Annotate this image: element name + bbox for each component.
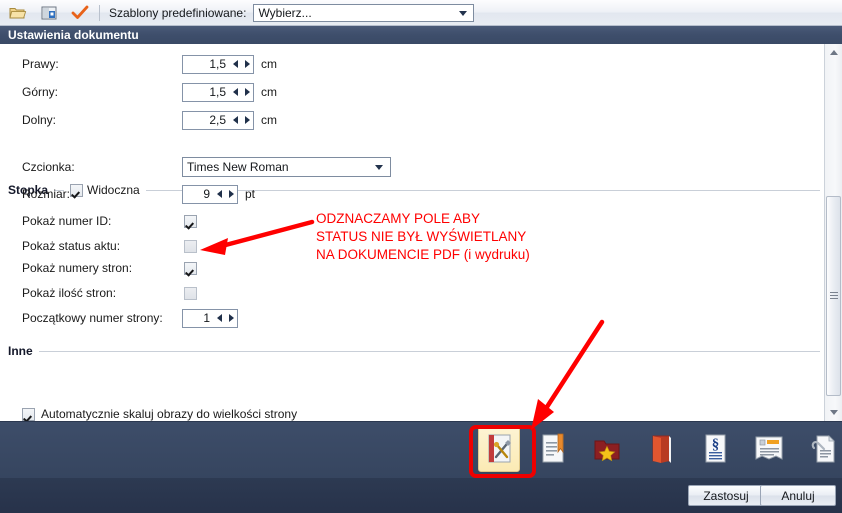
autoscale-label: Automatycznie skaluj obrazy do wielkości… xyxy=(41,407,298,421)
favorites-star-folder-icon[interactable] xyxy=(586,426,628,472)
stepper-decrement-icon[interactable] xyxy=(229,56,241,73)
margin-right-unit: cm xyxy=(261,57,277,71)
size-label: Rozmiar: xyxy=(22,187,71,201)
show-page-numbers-label: Pokaż numery stron: xyxy=(22,261,133,275)
page-title: Ustawienia dokumentu xyxy=(0,26,842,44)
svg-text:§: § xyxy=(712,437,720,453)
scrollbar-grip-icon xyxy=(830,292,838,301)
cancel-button[interactable]: Anuluj xyxy=(760,485,836,506)
field-row-font: Czcionka: Times New Roman xyxy=(22,157,391,177)
stepper-increment-icon[interactable] xyxy=(241,84,253,101)
settings-panel-inner: Prawy: 1,5 cm Górny: 1,5 cm Dolny: 2,5 c… xyxy=(0,44,824,421)
font-label: Czcionka: xyxy=(22,160,75,174)
size-stepper[interactable]: 9 xyxy=(182,184,238,204)
size-unit: pt xyxy=(245,187,256,201)
stepper-increment-icon[interactable] xyxy=(225,186,237,203)
field-row-autoscale: Automatycznie skaluj obrazy do wielkości… xyxy=(22,404,297,421)
field-row-margin-bottom: Dolny: 2,5 cm xyxy=(22,110,277,130)
size-value: 9 xyxy=(203,187,210,201)
font-select-value: Times New Roman xyxy=(187,160,289,174)
dock-items: § xyxy=(478,426,842,472)
document-bookmark-icon[interactable] xyxy=(532,426,574,472)
margin-bottom-value: 2,5 xyxy=(209,113,226,127)
document-header-icon[interactable] xyxy=(748,426,790,472)
margin-top-label: Górny: xyxy=(22,85,59,99)
show-status-checkbox[interactable] xyxy=(184,239,197,253)
margin-bottom-unit: cm xyxy=(261,113,277,127)
document-settings-icon[interactable] xyxy=(478,426,520,472)
settings-panel: Prawy: 1,5 cm Górny: 1,5 cm Dolny: 2,5 c… xyxy=(0,44,842,421)
show-page-count-label: Pokaż ilość stron: xyxy=(22,286,117,300)
field-row-start-page: Początkowy numer strony: 1 xyxy=(22,308,238,328)
chevron-down-icon xyxy=(375,165,383,170)
font-select[interactable]: Times New Roman xyxy=(182,157,391,177)
stepper-increment-icon[interactable] xyxy=(225,310,237,327)
stepper-decrement-icon[interactable] xyxy=(229,112,241,129)
show-page-count-checkbox[interactable] xyxy=(184,286,197,300)
scroll-down-button[interactable] xyxy=(825,404,842,421)
other-group-title: Inne xyxy=(8,344,33,358)
attachment-document-icon[interactable] xyxy=(802,426,842,472)
save-disk-icon[interactable] xyxy=(36,2,62,24)
red-book-icon[interactable] xyxy=(640,426,682,472)
dialog-button-bar: Zastosuj Anuluj xyxy=(0,478,842,513)
chevron-up-icon xyxy=(829,50,838,55)
margin-right-stepper[interactable]: 1,5 xyxy=(182,54,254,74)
autoscale-checkbox[interactable] xyxy=(22,407,35,421)
top-toolbar: Szablony predefiniowane: Wybierz... xyxy=(0,0,842,26)
group-rule xyxy=(38,350,820,352)
paragraph-section-icon[interactable]: § xyxy=(694,426,736,472)
templates-select[interactable]: Wybierz... xyxy=(253,3,475,22)
margin-top-stepper[interactable]: 1,5 xyxy=(182,82,254,102)
margin-top-unit: cm xyxy=(261,85,277,99)
margin-right-value: 1,5 xyxy=(209,57,226,71)
templates-select-value: Wybierz... xyxy=(258,5,312,20)
field-row-show-page-count: Pokaż ilość stron: xyxy=(22,283,197,303)
field-row-show-id: Pokaż numer ID: xyxy=(22,211,197,231)
stepper-increment-icon[interactable] xyxy=(241,56,253,73)
chevron-down-icon xyxy=(459,10,468,16)
toolbar-separator xyxy=(99,4,100,21)
start-page-stepper[interactable]: 1 xyxy=(182,308,238,328)
vertical-scrollbar[interactable] xyxy=(824,44,842,421)
other-group-header: Inne xyxy=(8,344,820,358)
stepper-increment-icon[interactable] xyxy=(241,112,253,129)
field-row-show-status: Pokaż status aktu: xyxy=(22,236,197,256)
margin-bottom-stepper[interactable]: 2,5 xyxy=(182,110,254,130)
field-row-margin-top: Górny: 1,5 cm xyxy=(22,82,277,102)
field-row-size: Rozmiar: 9 pt xyxy=(22,184,255,204)
apply-check-icon[interactable] xyxy=(67,2,93,24)
margin-bottom-label: Dolny: xyxy=(22,113,57,127)
templates-label: Szablony predefiniowane: xyxy=(109,5,247,20)
scroll-up-button[interactable] xyxy=(825,44,842,61)
show-status-label: Pokaż status aktu: xyxy=(22,239,121,253)
bottom-icon-dock: § xyxy=(0,421,842,479)
show-id-checkbox[interactable] xyxy=(184,214,197,228)
scrollbar-thumb[interactable] xyxy=(826,196,841,396)
field-row-margin-right: Prawy: 1,5 cm xyxy=(22,54,277,74)
margin-right-label: Prawy: xyxy=(22,57,59,71)
page-title-text: Ustawienia dokumentu xyxy=(8,28,139,42)
show-page-numbers-checkbox[interactable] xyxy=(184,261,197,275)
margin-top-value: 1,5 xyxy=(209,85,226,99)
show-id-label: Pokaż numer ID: xyxy=(22,214,112,228)
start-page-value: 1 xyxy=(203,311,210,325)
start-page-label: Początkowy numer strony: xyxy=(22,311,163,325)
open-folder-icon[interactable] xyxy=(5,2,31,24)
chevron-down-icon xyxy=(829,410,838,415)
stepper-decrement-icon[interactable] xyxy=(213,186,225,203)
apply-button[interactable]: Zastosuj xyxy=(688,485,764,506)
stepper-decrement-icon[interactable] xyxy=(213,310,225,327)
stepper-decrement-icon[interactable] xyxy=(229,84,241,101)
field-row-show-page-numbers: Pokaż numery stron: xyxy=(22,258,197,278)
